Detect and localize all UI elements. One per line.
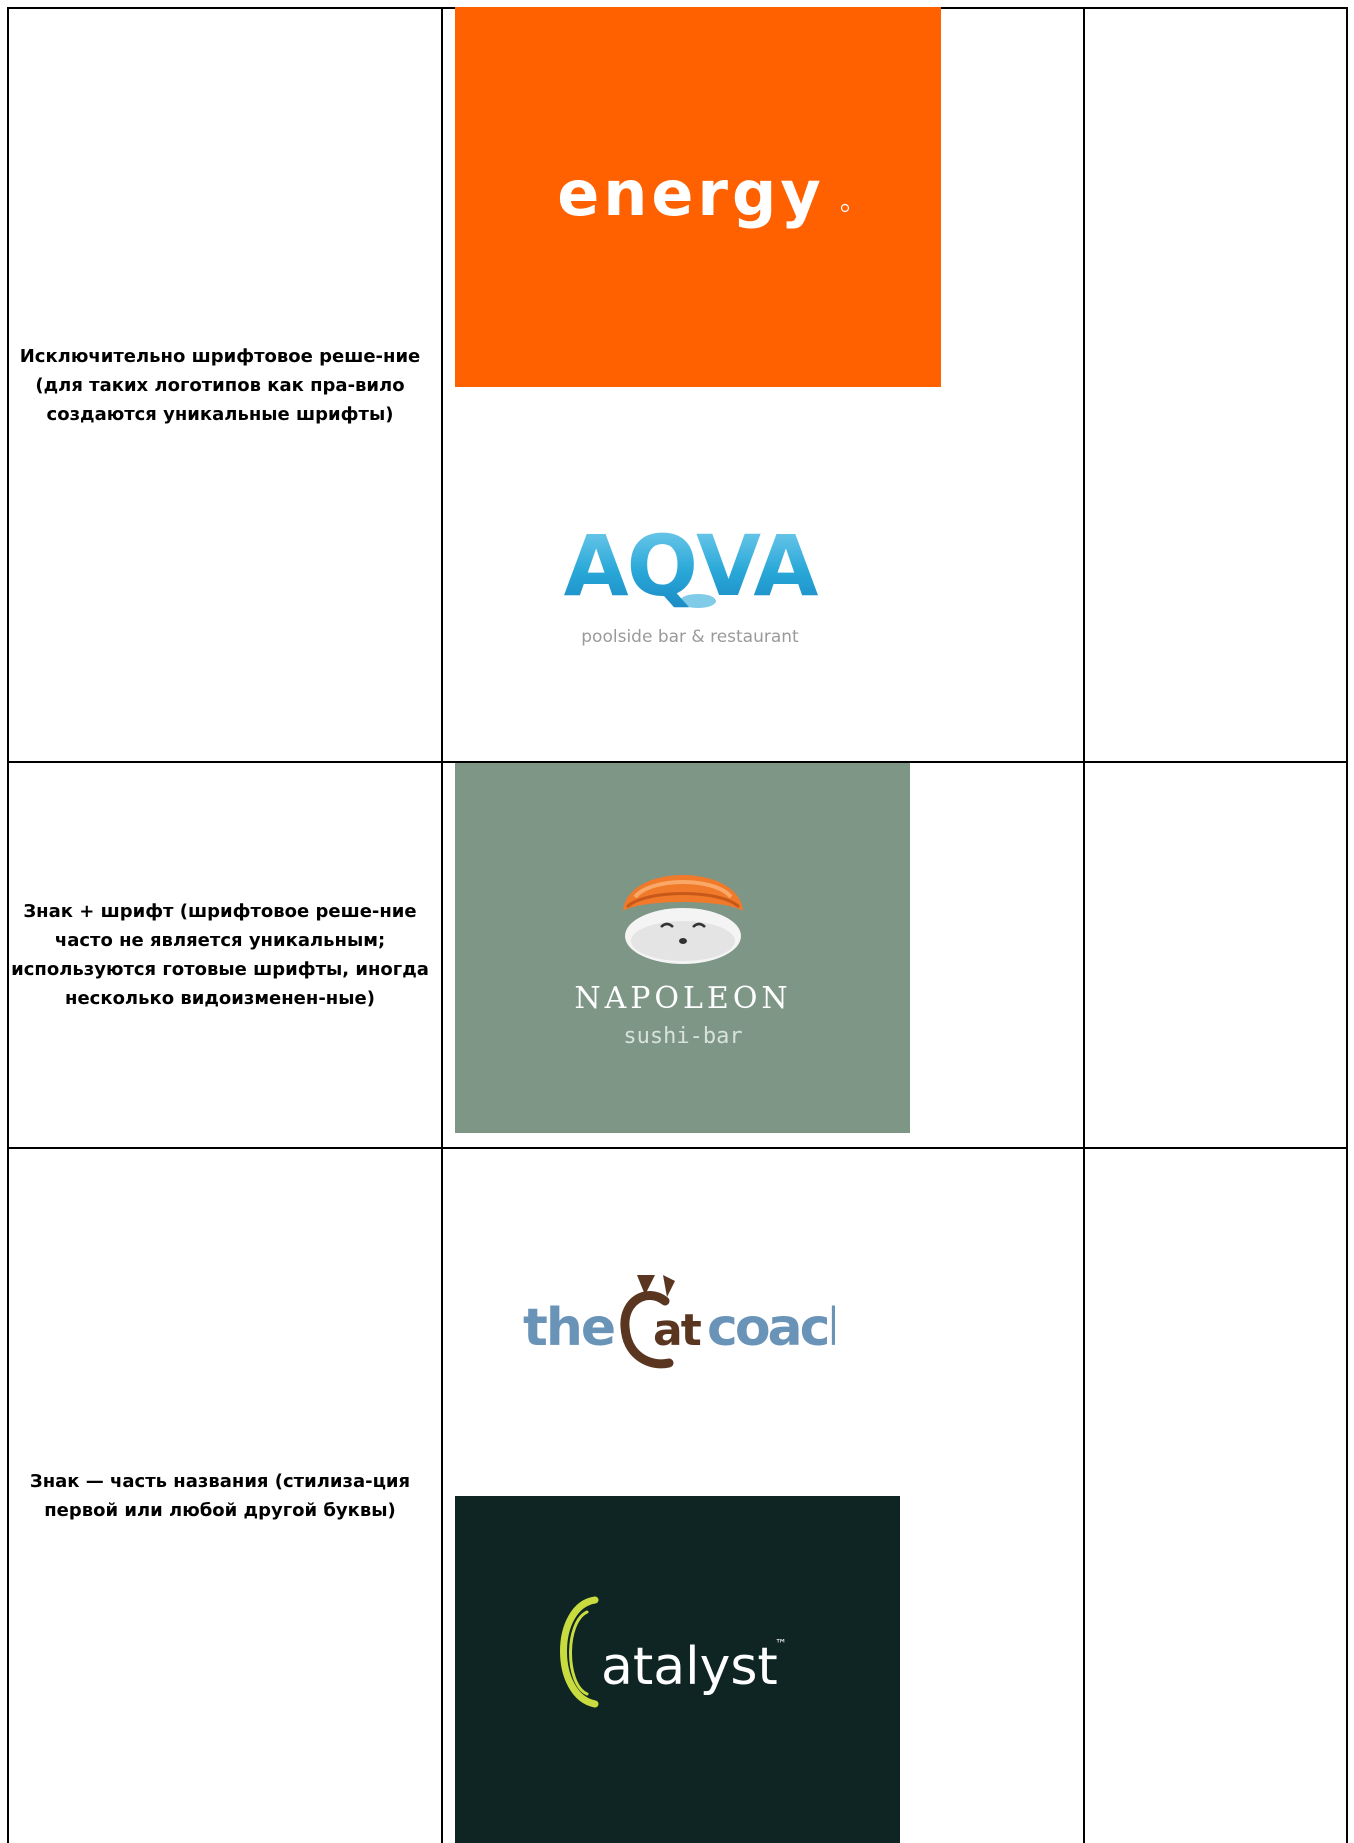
the-cat-coach-prefix: the: [523, 1298, 614, 1358]
row-3-description-cell: Знак — часть названия (стилиза-ция перво…: [10, 1149, 430, 1843]
napoleon-logo-subtitle: sushi-bar: [623, 1024, 742, 1049]
the-cat-coach-mark: at: [653, 1305, 702, 1356]
the-cat-coach-suffix: coach: [707, 1298, 835, 1358]
energy-logo: energy: [455, 7, 941, 387]
the-cat-coach-logo: the at coach: [515, 1265, 835, 1375]
catalyst-logo: atalyst ™: [455, 1496, 900, 1843]
table-divider-col1: [441, 7, 443, 1843]
row-2-description: Знак + шрифт (шрифтовое реше-ние часто н…: [11, 901, 429, 1009]
table-border-left: [7, 7, 9, 1843]
row-1-description: Исключительно шрифтовое реше-ние (для та…: [19, 345, 421, 425]
row-3-description: Знак — часть названия (стилиза-ция перво…: [29, 1471, 411, 1521]
catalyst-trademark: ™: [775, 1637, 787, 1651]
catalyst-logo-wordmark: atalyst: [601, 1637, 778, 1697]
aqva-logo-subtitle: poolside bar & restaurant: [581, 627, 799, 647]
energy-logo-wordmark: energy: [557, 157, 825, 230]
napoleon-logo-wordmark: NAPOLEON: [574, 981, 791, 1016]
sushi-mascot-icon: [623, 875, 743, 964]
table-divider-col2: [1083, 7, 1085, 1843]
row-2-description-cell: Знак + шрифт (шрифтовое реше-ние часто н…: [10, 763, 430, 1147]
aqva-logo: AQVA poolside bar & restaurant: [530, 505, 850, 655]
logo-classification-table: Исключительно шрифтовое реше-ние (для та…: [0, 0, 1354, 1843]
row-1-description-cell: Исключительно шрифтовое реше-ние (для та…: [10, 9, 430, 761]
aqva-logo-wordmark: AQVA: [564, 517, 819, 615]
table-border-right: [1346, 7, 1348, 1843]
napoleon-logo: NAPOLEON sushi-bar: [455, 763, 910, 1133]
